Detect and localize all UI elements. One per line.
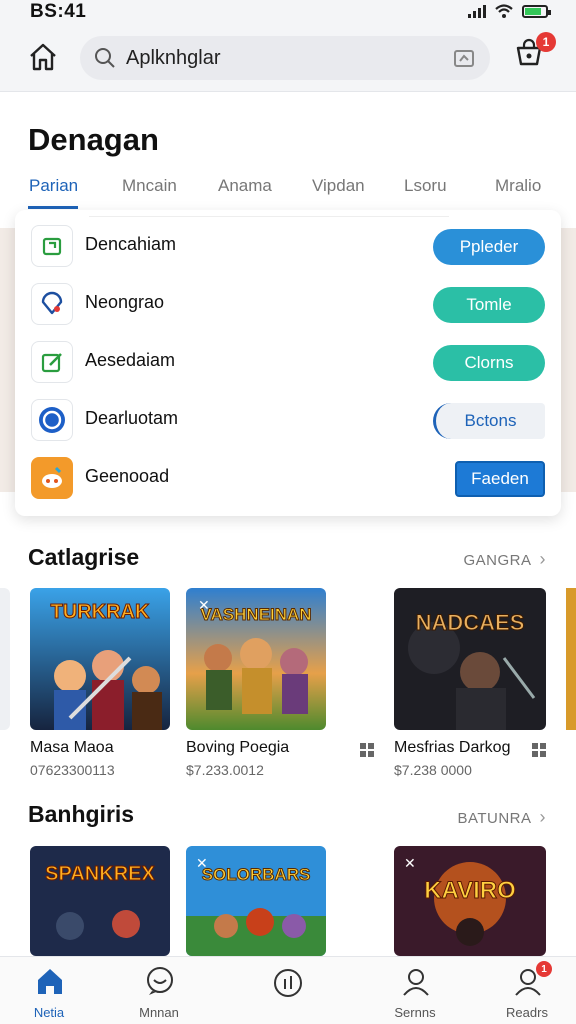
list-item-button[interactable]: Ppleder (433, 229, 545, 265)
circle-icon (31, 399, 73, 441)
list-item[interactable]: Neongrao Tomle (15, 274, 561, 332)
page-title: Denagan (28, 122, 159, 157)
game-price: 07623300113 (30, 762, 115, 778)
game-card[interactable]: SPANKREX (30, 846, 170, 956)
tab-vipdan[interactable]: Vipdan (312, 176, 365, 196)
chat-icon (147, 967, 173, 995)
list-item-label: Neongrao (85, 292, 165, 312)
svg-text:✕: ✕ (196, 855, 208, 871)
nav-label: Netia (33, 1005, 65, 1020)
tab-mncain[interactable]: Mncain (122, 176, 177, 196)
stats-icon (274, 969, 302, 997)
list-item-label: Dearluotam (85, 408, 179, 428)
list-item[interactable]: Aesedaiam Clorns (15, 332, 561, 390)
game-art-title: KAVIRO (424, 877, 516, 904)
tab-lsoru[interactable]: Lsoru (404, 176, 447, 196)
list-item[interactable]: Dencahiam Ppleder (15, 216, 561, 274)
list-item-label: Aesedaiam (85, 350, 176, 370)
top-bar: Aplknhglar 1 (0, 24, 576, 92)
grid-icon[interactable] (532, 743, 546, 757)
game-artwork: VASHNEINAN ✕ (186, 588, 326, 730)
nav-label: Mnnan (139, 1005, 179, 1020)
game-art-title: TURKRAK (51, 601, 150, 623)
list-item-button[interactable]: Tomle (433, 287, 545, 323)
game-art-title: VASHNEINAN (200, 605, 311, 624)
person-icon (403, 969, 429, 996)
search-input[interactable]: Aplknhglar (126, 47, 221, 70)
profile-badge: 1 (536, 961, 552, 977)
tab-parian[interactable]: Parian (29, 176, 78, 196)
tab-bar: Parian Mncain Anama Vipdan Lsoru Mralio (0, 176, 576, 210)
section-title: Banhgiris (28, 801, 135, 827)
nav-item-stats[interactable] (242, 965, 332, 1021)
status-time: BS:41 (30, 1, 87, 22)
game-artwork: NADCAES (394, 588, 546, 730)
square-arrow-icon (31, 225, 73, 267)
signal-icon (468, 4, 486, 18)
game-price: $7.238 0000 (394, 762, 472, 778)
chevron-right-icon: › (539, 549, 546, 569)
tab-mralio[interactable]: Mralio (495, 176, 541, 196)
home-button[interactable] (24, 38, 62, 76)
game-name: Boving Poegia (186, 739, 290, 756)
nav-label: Readrs (506, 1005, 548, 1020)
active-tab-indicator (28, 206, 78, 209)
tab-anama[interactable]: Anama (218, 176, 272, 196)
game-app-icon (31, 457, 73, 499)
game-art-title: SPANKREX (45, 863, 155, 885)
list-item-label: Dencahiam (85, 234, 177, 254)
nav-item-messages[interactable]: Mnnan (114, 965, 204, 1021)
bottom-nav: Netia Mnnan Sernns 1 Readrs (0, 956, 576, 1024)
game-card[interactable]: NADCAES (394, 588, 546, 730)
status-icons (468, 3, 551, 19)
edit-icon (31, 341, 73, 383)
game-name: Mesfrias Darkog (394, 739, 511, 756)
cart-badge: 1 (536, 32, 556, 52)
game-art-title: SOLORBARS (202, 865, 311, 884)
game-card[interactable]: SOLORBARS ✕ (186, 846, 326, 956)
battery-icon (522, 4, 551, 18)
svg-text:✕: ✕ (198, 597, 210, 613)
section-title: Catlagrise (28, 544, 140, 570)
action-card: Dencahiam Ppleder Neongrao Tomle Aesedai… (15, 210, 561, 516)
nav-label: Sernns (394, 1005, 436, 1020)
search-icon (95, 48, 115, 68)
see-all-label: BATUNRA (457, 810, 532, 827)
game-artwork: SPANKREX (30, 846, 170, 956)
wifi-icon (495, 4, 513, 18)
nav-item-settings[interactable]: Sernns (370, 965, 460, 1021)
scan-icon[interactable] (452, 46, 478, 70)
list-item-label: Geenooad (85, 466, 170, 486)
see-all-label: GANGRA (463, 552, 532, 569)
list-item-button[interactable]: Clorns (433, 345, 545, 381)
game-price: $7.233.0012 (186, 762, 264, 778)
nav-item-home[interactable]: Netia (4, 965, 94, 1021)
see-all-link[interactable]: BATUNRA › (457, 807, 546, 828)
right-edge-card (566, 588, 576, 730)
svg-text:✕: ✕ (404, 855, 416, 871)
game-card[interactable]: TURKRAK (30, 588, 170, 730)
game-card[interactable]: VASHNEINAN ✕ (186, 588, 326, 730)
chevron-right-icon: › (539, 807, 546, 827)
game-artwork: SOLORBARS ✕ (186, 846, 326, 956)
home-icon (30, 43, 56, 71)
game-card[interactable]: KAVIRO ✕ (394, 846, 546, 956)
game-art-title: NADCAES (416, 610, 525, 635)
cart-button[interactable]: 1 (512, 32, 556, 74)
map-pin-icon (31, 283, 73, 325)
search-bar[interactable]: Aplknhglar (80, 36, 490, 80)
nav-item-profile[interactable]: 1 Readrs (482, 961, 572, 1021)
list-item[interactable]: Geenooad Faeden (15, 448, 561, 506)
list-item[interactable]: Dearluotam Bctons (15, 390, 561, 448)
list-item-button[interactable]: Bctons (433, 403, 545, 439)
game-name: Masa Maoa (30, 739, 114, 756)
status-bar: BS:41 (0, 0, 576, 24)
game-artwork: KAVIRO ✕ (394, 846, 546, 956)
home-icon (38, 969, 62, 994)
left-edge-card (0, 588, 10, 730)
see-all-link[interactable]: GANGRA › (463, 549, 546, 570)
grid-icon[interactable] (360, 743, 374, 757)
game-artwork: TURKRAK (30, 588, 170, 730)
list-item-button[interactable]: Faeden (455, 461, 545, 497)
